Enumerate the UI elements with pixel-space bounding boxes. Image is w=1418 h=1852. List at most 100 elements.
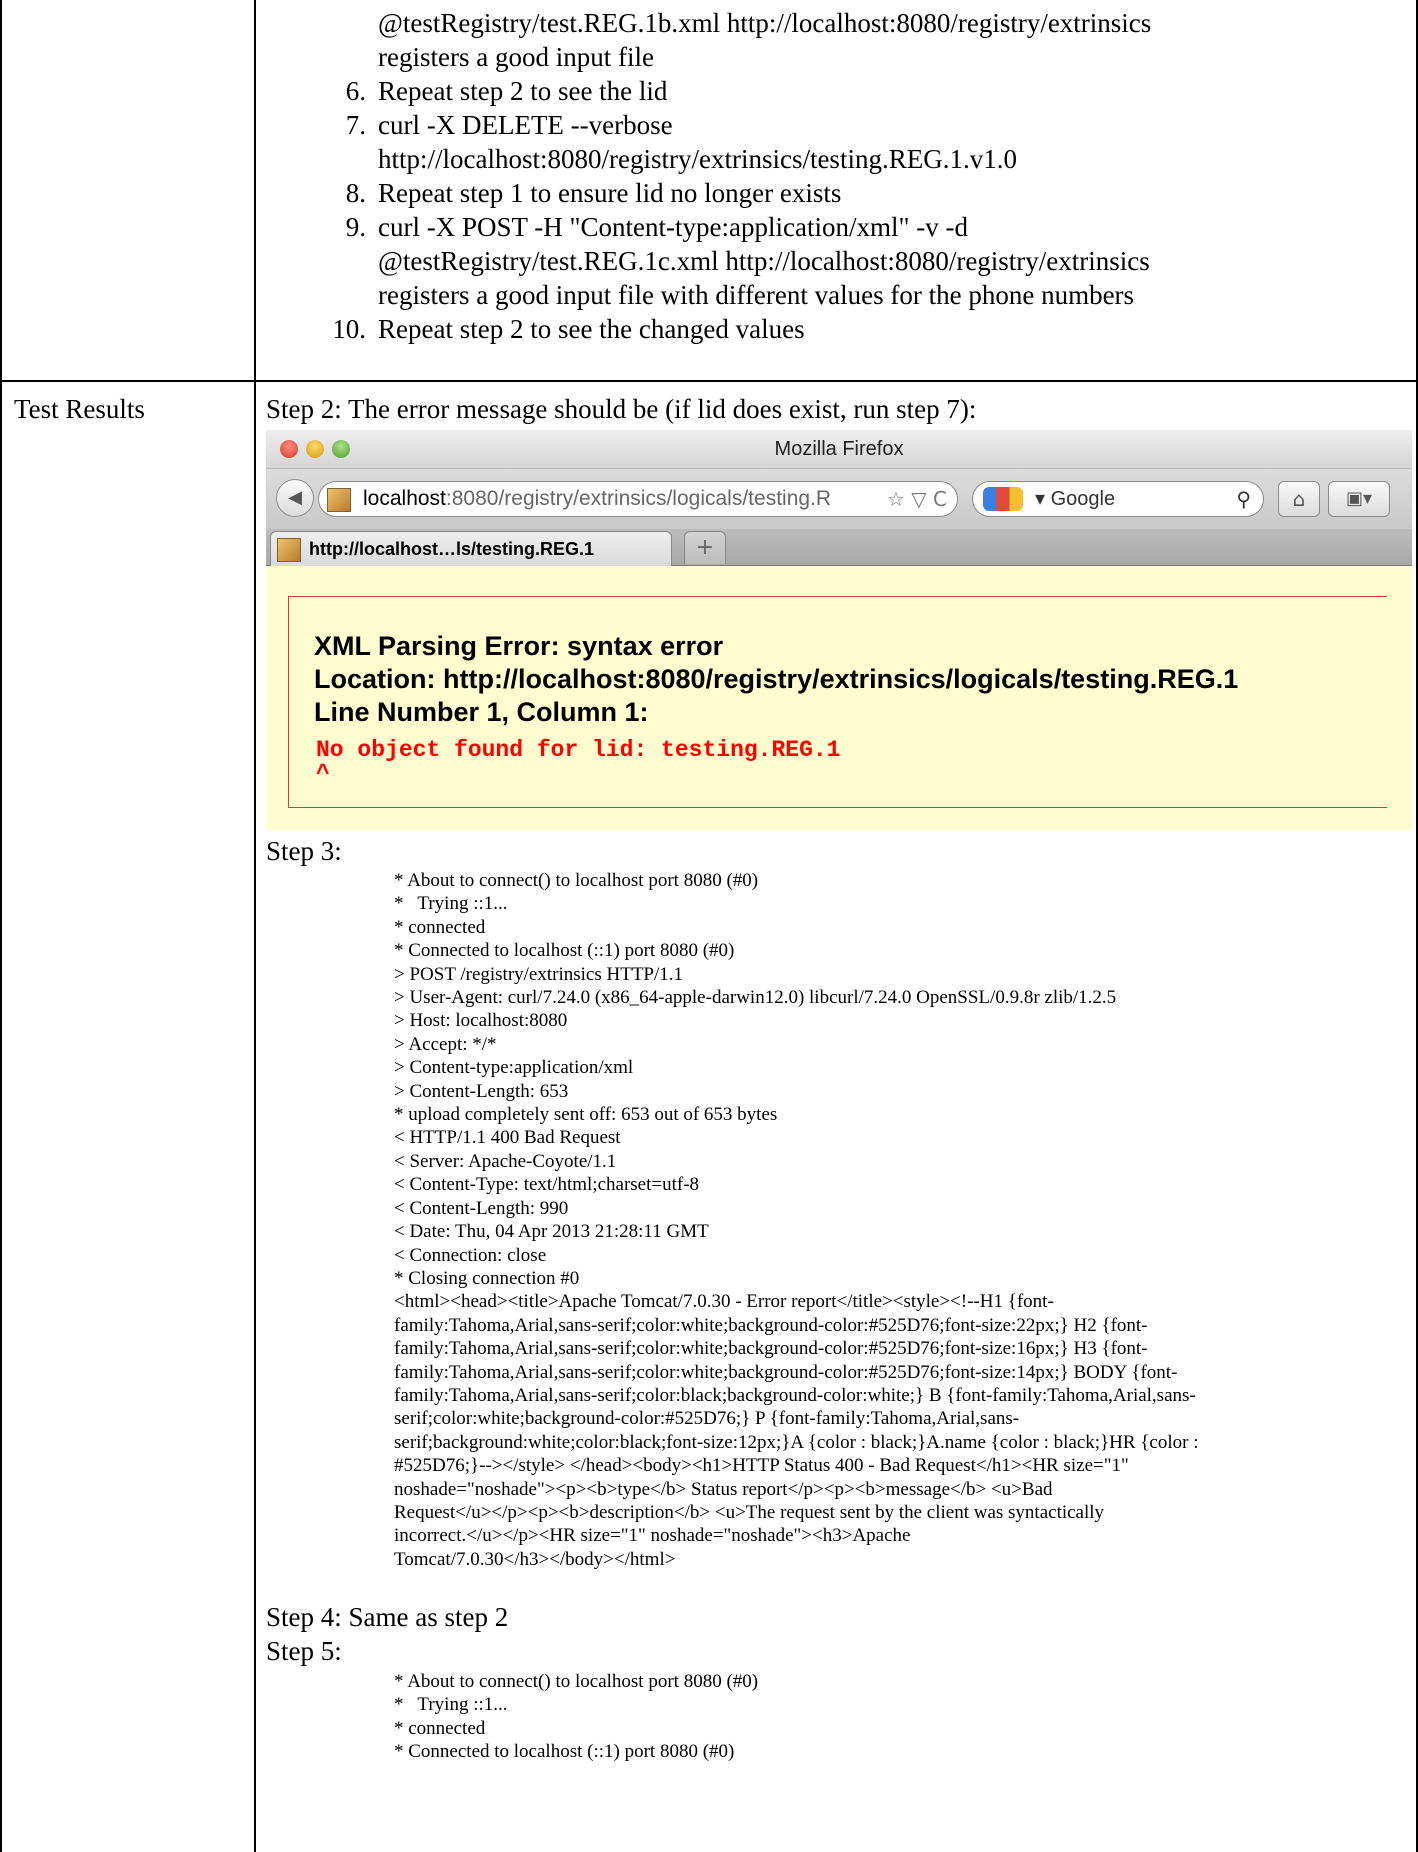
bookmarks-button[interactable]: ▣▾ <box>1328 481 1390 517</box>
xml-error-heading: XML Parsing Error: syntax error Location… <box>314 630 1238 729</box>
step3-label: Step 3: <box>266 836 342 866</box>
step5-label: Step 5: <box>266 1636 342 1666</box>
home-button[interactable]: ⌂ <box>1278 481 1320 517</box>
xml-error-message: No object found for lid: testing.REG.1 ^ <box>316 738 841 786</box>
log-line: Request</u></p><p><b>description</b> <u>… <box>394 1501 1105 1523</box>
step-number: 8. <box>345 178 366 208</box>
step-text: Repeat step 2 to see the changed values <box>378 312 1400 346</box>
log-line: > POST /registry/extrinsics HTTP/1.1 <box>394 963 684 985</box>
tab-strip: http://localhost…ls/testing.REG.1 + <box>266 529 1412 566</box>
window-titlebar: Mozilla Firefox <box>266 430 1412 469</box>
step5-curl-log: * About to connect() to localhost port 8… <box>394 1670 1404 1764</box>
log-line: < Server: Apache-Coyote/1.1 <box>394 1150 617 1172</box>
step-number: 10. <box>332 314 366 344</box>
step-number <box>320 6 378 74</box>
log-line: Tomcat/7.0.30</h3></body></html> <box>394 1548 676 1570</box>
magnifier-icon[interactable]: ⚲ <box>1236 482 1251 516</box>
log-line: > Accept: */* <box>394 1033 497 1055</box>
table-border-left <box>0 0 2 1852</box>
procedure-step: 10. Repeat step 2 to see the changed valu… <box>320 312 1400 346</box>
step-text-line: curl -X POST -H "Content-type:applicatio… <box>378 212 968 242</box>
navigation-toolbar: ◀ localhost:8080/registry/extrinsics/log… <box>266 469 1412 529</box>
procedure-step: 7. curl -X DELETE --verbose http://localho… <box>320 108 1400 176</box>
log-line: * upload completely sent off: 653 out of… <box>394 1104 778 1126</box>
log-line: * Trying ::1... <box>394 893 508 915</box>
bookmark-star-reload-icons[interactable]: ☆ ▽ C <box>887 482 947 516</box>
step-text-line: registers a good input file <box>378 42 654 72</box>
step-text-line: @testRegistry/test.REG.1b.xml http://loc… <box>378 8 1152 38</box>
log-line: * Closing connection #0 <box>394 1267 580 1289</box>
url-bar[interactable]: localhost:8080/registry/extrinsics/logic… <box>318 481 958 517</box>
step-text: Repeat step 2 to see the lid <box>378 74 1400 108</box>
log-line: <html><head><title>Apache Tomcat/7.0.30 … <box>394 1291 1054 1313</box>
error-line-number: Line Number 1, Column 1: <box>314 697 649 727</box>
procedure-step: @testRegistry/test.REG.1b.xml http://loc… <box>320 6 1400 74</box>
procedure-step: 8. Repeat step 1 to ensure lid no longer … <box>320 176 1400 210</box>
tab-title: http://localhost…ls/testing.REG.1 <box>309 539 595 559</box>
step-text: @testRegistry/test.REG.1b.xml http://loc… <box>378 6 1400 74</box>
step-number: 7. <box>345 110 366 140</box>
log-line: < Content-Type: text/html;charset=utf-8 <box>394 1174 700 1196</box>
step-number: 6. <box>345 76 366 106</box>
log-line: * About to connect() to localhost port 8… <box>394 1671 759 1692</box>
site-favicon-icon <box>327 488 351 512</box>
error-location: Location: http://localhost:8080/registry… <box>314 664 1239 694</box>
error-caret: ^ <box>316 761 330 787</box>
log-line: family:Tahoma,Arial,sans-serif;color:whi… <box>394 1314 1148 1336</box>
step-text-line: Repeat step 2 to see the lid <box>378 76 668 106</box>
window-title: Mozilla Firefox <box>774 438 904 460</box>
log-line: serif;color:white;background-color:#525D… <box>394 1408 1020 1430</box>
search-bar[interactable]: ▾ Google ⚲ <box>972 481 1264 517</box>
log-line: * connected <box>394 1717 486 1739</box>
log-line: incorrect.</u></p><HR size="1" noshade="… <box>394 1525 911 1547</box>
log-line: noshade="noshade"><p><b>type</b> Status … <box>394 1478 1053 1500</box>
log-line: * Trying ::1... <box>394 1694 508 1716</box>
step-text: curl -X POST -H "Content-type:applicatio… <box>378 210 1400 312</box>
table-row-divider <box>0 380 1418 382</box>
tab-active[interactable]: http://localhost…ls/testing.REG.1 <box>270 531 672 566</box>
log-line: < Content-Length: 990 <box>394 1197 569 1219</box>
step-text-line: Repeat step 1 to ensure lid no longer ex… <box>378 178 842 208</box>
search-engine-label: ▾ Google <box>1035 488 1116 510</box>
tab-favicon-icon <box>277 538 301 562</box>
log-line: > Host: localhost:8080 <box>394 1010 568 1032</box>
log-line: < Connection: close <box>394 1244 547 1266</box>
step-text-line: registers a good input file with differe… <box>378 280 1135 310</box>
log-line: * About to connect() to localhost port 8… <box>394 870 759 891</box>
error-message-text: No object found for lid: testing.REG.1 <box>316 737 841 763</box>
new-tab-button[interactable]: + <box>684 531 726 564</box>
log-line: family:Tahoma,Arial,sans-serif;color:whi… <box>394 1361 1178 1383</box>
log-line: > User-Agent: curl/7.24.0 (x86_64-apple-… <box>394 987 1117 1009</box>
procedure-step: 9. curl -X POST -H "Content-type:applicat… <box>320 210 1400 312</box>
log-line: family:Tahoma,Arial,sans-serif;color:bla… <box>394 1384 1196 1406</box>
procedure-step: 6. Repeat step 2 to see the lid <box>320 74 1400 108</box>
step-text: curl -X DELETE --verbose http://localhost… <box>378 108 1400 176</box>
step-text-line: http://localhost:8080/registry/extrinsic… <box>378 144 1017 174</box>
log-line: > Content-Length: 653 <box>394 1080 569 1102</box>
error-title: XML Parsing Error: syntax error <box>314 631 724 661</box>
log-line: < HTTP/1.1 400 Bad Request <box>394 1127 621 1149</box>
log-line: #525D76;}--></style> </head><body><h1>HT… <box>394 1455 1129 1477</box>
log-line: > Content-type:application/xml <box>394 1057 634 1079</box>
step-number: 9. <box>345 212 366 242</box>
step-text-line: Repeat step 2 to see the changed values <box>378 314 805 344</box>
log-line: * connected <box>394 916 486 938</box>
google-logo-icon <box>983 487 1023 511</box>
log-line: < Date: Thu, 04 Apr 2013 21:28:11 GMT <box>394 1221 709 1243</box>
log-line: serif;background:white;color:black;font-… <box>394 1431 1199 1453</box>
step4-description: Step 4: Same as step 2 <box>266 1602 509 1632</box>
table-column-divider <box>254 0 256 1852</box>
step-text-line: @testRegistry/test.REG.1c.xml http://loc… <box>378 246 1150 276</box>
log-line: * Connected to localhost (::1) port 8080… <box>394 1741 735 1763</box>
procedure-steps: @testRegistry/test.REG.1b.xml http://loc… <box>320 6 1400 346</box>
url-text: localhost:8080/registry/extrinsics/logic… <box>363 487 832 510</box>
log-line: family:Tahoma,Arial,sans-serif;color:whi… <box>394 1338 1148 1360</box>
step-text: Repeat step 1 to ensure lid no longer ex… <box>378 176 1400 210</box>
step2-description: Step 2: The error message should be (if … <box>266 394 977 424</box>
firefox-screenshot: Mozilla Firefox ◀ localhost:8080/registr… <box>266 430 1412 830</box>
back-button[interactable]: ◀ <box>276 479 314 517</box>
test-results-label: Test Results <box>14 394 145 424</box>
step3-curl-log: * About to connect() to localhost port 8… <box>394 869 1404 1571</box>
step-text-line: curl -X DELETE --verbose <box>378 110 673 140</box>
log-line: * Connected to localhost (::1) port 8080… <box>394 940 735 962</box>
